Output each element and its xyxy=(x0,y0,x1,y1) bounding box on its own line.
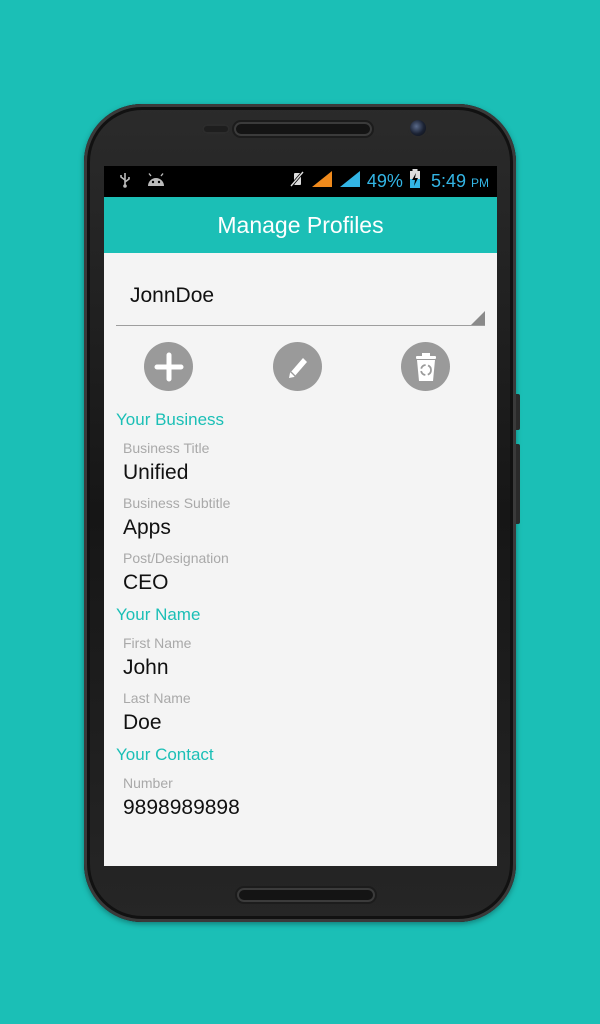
number-value: 9898989898 xyxy=(123,796,240,819)
post-designation-value: CEO xyxy=(123,571,169,594)
front-camera xyxy=(410,120,426,136)
pencil-icon xyxy=(288,357,307,378)
clock-ampm: PM xyxy=(471,176,489,190)
screen: 49% 5:49 PM Manage Profiles JonnDoe Your… xyxy=(104,166,497,866)
android-debug-icon xyxy=(146,173,166,190)
battery-percent: 49% xyxy=(366,171,403,191)
phone-frame: 49% 5:49 PM Manage Profiles JonnDoe Your… xyxy=(84,104,520,922)
last-name-field[interactable]: Last Name Doe xyxy=(116,690,485,735)
proximity-sensor xyxy=(202,124,230,134)
post-designation-label: Post/Designation xyxy=(123,550,229,566)
post-designation-field[interactable]: Post/Designation CEO xyxy=(116,550,485,595)
edit-profile-button[interactable] xyxy=(273,342,322,391)
business-title-label: Business Title xyxy=(123,440,210,456)
first-name-value: John xyxy=(123,656,169,679)
business-subtitle-field[interactable]: Business Subtitle Apps xyxy=(116,495,485,540)
business-title-field[interactable]: Business Title Unified xyxy=(116,440,485,485)
usb-icon xyxy=(118,172,132,191)
volume-button xyxy=(516,394,520,430)
page-title: Manage Profiles xyxy=(217,211,384,238)
number-field[interactable]: Number 9898989898 xyxy=(116,775,485,820)
profile-dropdown[interactable]: JonnDoe xyxy=(116,281,485,326)
last-name-label: Last Name xyxy=(123,690,191,706)
add-profile-button[interactable] xyxy=(144,342,193,391)
plus-icon xyxy=(154,352,183,381)
section-your-name: Your Name xyxy=(116,605,201,624)
business-subtitle-value: Apps xyxy=(123,516,171,539)
number-label: Number xyxy=(123,775,173,791)
mute-vibrate-icon xyxy=(289,170,305,193)
dropdown-arrow-icon xyxy=(471,311,485,325)
business-subtitle-label: Business Subtitle xyxy=(123,495,231,511)
trash-recycle-icon xyxy=(415,352,436,381)
profile-dropdown-value: JonnDoe xyxy=(130,284,215,307)
clock-time: 5:49 xyxy=(430,171,466,191)
app-bar: Manage Profiles xyxy=(104,197,497,253)
power-button xyxy=(516,444,520,524)
business-title-value: Unified xyxy=(123,461,189,484)
status-bar: 49% 5:49 PM xyxy=(104,166,497,197)
bottom-speaker xyxy=(237,888,375,902)
last-name-value: Doe xyxy=(123,711,162,734)
delete-profile-button[interactable] xyxy=(401,342,450,391)
signal-blue-icon xyxy=(339,170,361,193)
clock: 5:49 PM xyxy=(431,171,489,192)
earpiece-speaker xyxy=(234,122,372,136)
profile-actions xyxy=(116,326,485,406)
section-your-contact: Your Contact xyxy=(116,745,214,764)
section-your-business: Your Business xyxy=(116,410,225,429)
signal-orange-icon xyxy=(311,170,333,193)
battery-charging-icon xyxy=(409,169,421,194)
main-content: JonnDoe Your Business Business Title Uni… xyxy=(104,281,497,820)
first-name-field[interactable]: First Name John xyxy=(116,635,485,680)
first-name-label: First Name xyxy=(123,635,192,651)
